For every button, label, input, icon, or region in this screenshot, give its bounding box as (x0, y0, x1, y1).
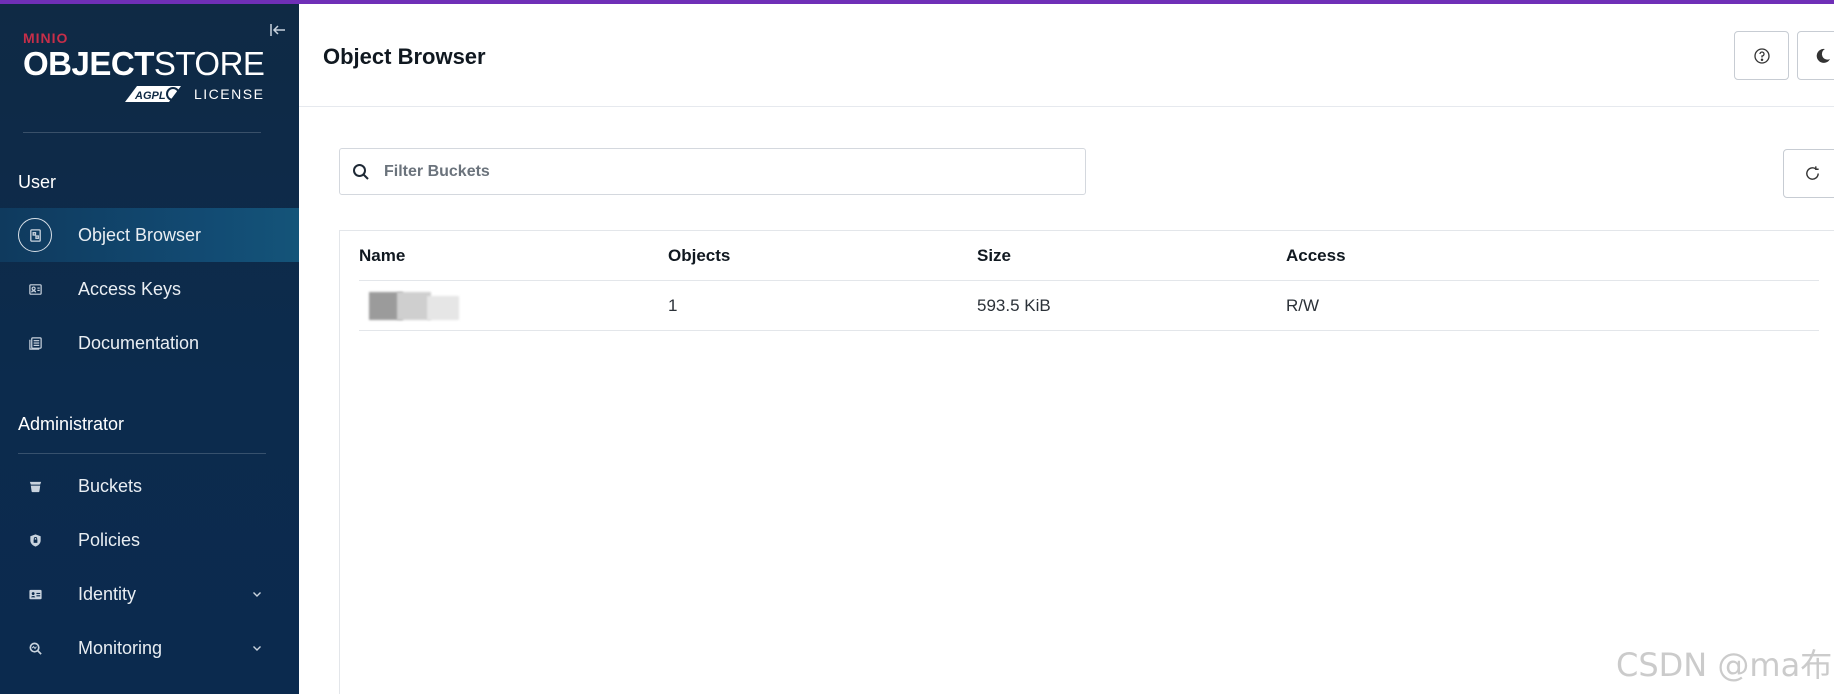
bucket-icon (18, 469, 52, 503)
sidebar-item-label: Monitoring (78, 637, 163, 658)
cell-objects: 1 (668, 296, 678, 315)
access-keys-icon (18, 272, 52, 306)
sidebar-item-policies[interactable]: Policies (0, 513, 299, 567)
sidebar-item-monitoring[interactable]: Monitoring (0, 621, 299, 675)
search-icon (353, 164, 369, 180)
table-row[interactable]: 1 593.5 KiB R/W (359, 281, 1819, 331)
page-header: Object Browser (299, 4, 1834, 107)
sidebar: MINIO OBJECTSTORE AGPL LICENSE User Obje… (0, 4, 299, 694)
column-header-access[interactable]: Access (1286, 246, 1346, 266)
section-title-administrator: Administrator (18, 414, 125, 434)
collapse-sidebar-icon[interactable] (268, 20, 288, 40)
sidebar-item-label: Buckets (78, 475, 143, 496)
svg-text:AGPL: AGPL (134, 90, 166, 102)
main-content: Object Browser Name Objects Size Access … (299, 4, 1834, 694)
cell-access: R/W (1286, 296, 1320, 315)
refresh-icon (1806, 166, 1819, 180)
policies-icon (18, 523, 52, 557)
table-header: Name Objects Size Access (359, 231, 1819, 281)
identity-icon (18, 577, 52, 611)
sidebar-item-identity[interactable]: Identity (0, 567, 299, 621)
column-header-objects[interactable]: Objects (668, 246, 730, 266)
section-title-user: User (18, 172, 57, 192)
help-button[interactable] (1734, 31, 1789, 80)
page-title: Object Browser (323, 44, 486, 69)
help-icon (1753, 47, 1770, 64)
column-header-size[interactable]: Size (977, 246, 1011, 266)
sidebar-item-label: Object Browser (78, 224, 202, 245)
moon-icon (1816, 48, 1830, 63)
refresh-button[interactable] (1783, 149, 1834, 198)
search-input[interactable] (384, 149, 1074, 194)
sidebar-item-buckets[interactable]: Buckets (0, 459, 299, 513)
logo-divider (23, 132, 261, 133)
buckets-table: Name Objects Size Access 1 593.5 KiB R/W (339, 230, 1834, 694)
chevron-down-icon[interactable] (250, 641, 264, 655)
sidebar-item-object-browser[interactable]: Object Browser (0, 208, 299, 262)
watermark: CSDN @ma布 (1616, 646, 1833, 684)
logo-license-label: LICENSE (194, 86, 265, 102)
object-browser-icon (18, 218, 52, 252)
bucket-name-redacted[interactable] (369, 292, 459, 320)
sidebar-item-label: Identity (78, 583, 137, 604)
chevron-down-icon[interactable] (250, 587, 264, 601)
sidebar-item-label: Access Keys (78, 278, 182, 299)
cell-size: 593.5 KiB (977, 296, 1051, 315)
filter-buckets-search (339, 148, 1086, 195)
sidebar-item-access-keys[interactable]: Access Keys (0, 262, 299, 316)
monitoring-icon (18, 631, 52, 665)
minio-logo[interactable]: MINIO OBJECTSTORE AGPL LICENSE (23, 30, 268, 106)
sidebar-item-label: Policies (78, 529, 141, 550)
sidebar-item-documentation[interactable]: Documentation (0, 316, 299, 370)
sidebar-item-label: Documentation (78, 332, 200, 353)
agpl-badge-icon: AGPL (125, 86, 181, 102)
logo-vendor: MINIO (23, 30, 69, 46)
dark-mode-button[interactable] (1797, 31, 1834, 80)
documentation-icon (18, 326, 52, 360)
column-header-name[interactable]: Name (359, 246, 405, 266)
logo-product: OBJECTSTORE (23, 45, 265, 82)
section-divider (18, 453, 266, 454)
